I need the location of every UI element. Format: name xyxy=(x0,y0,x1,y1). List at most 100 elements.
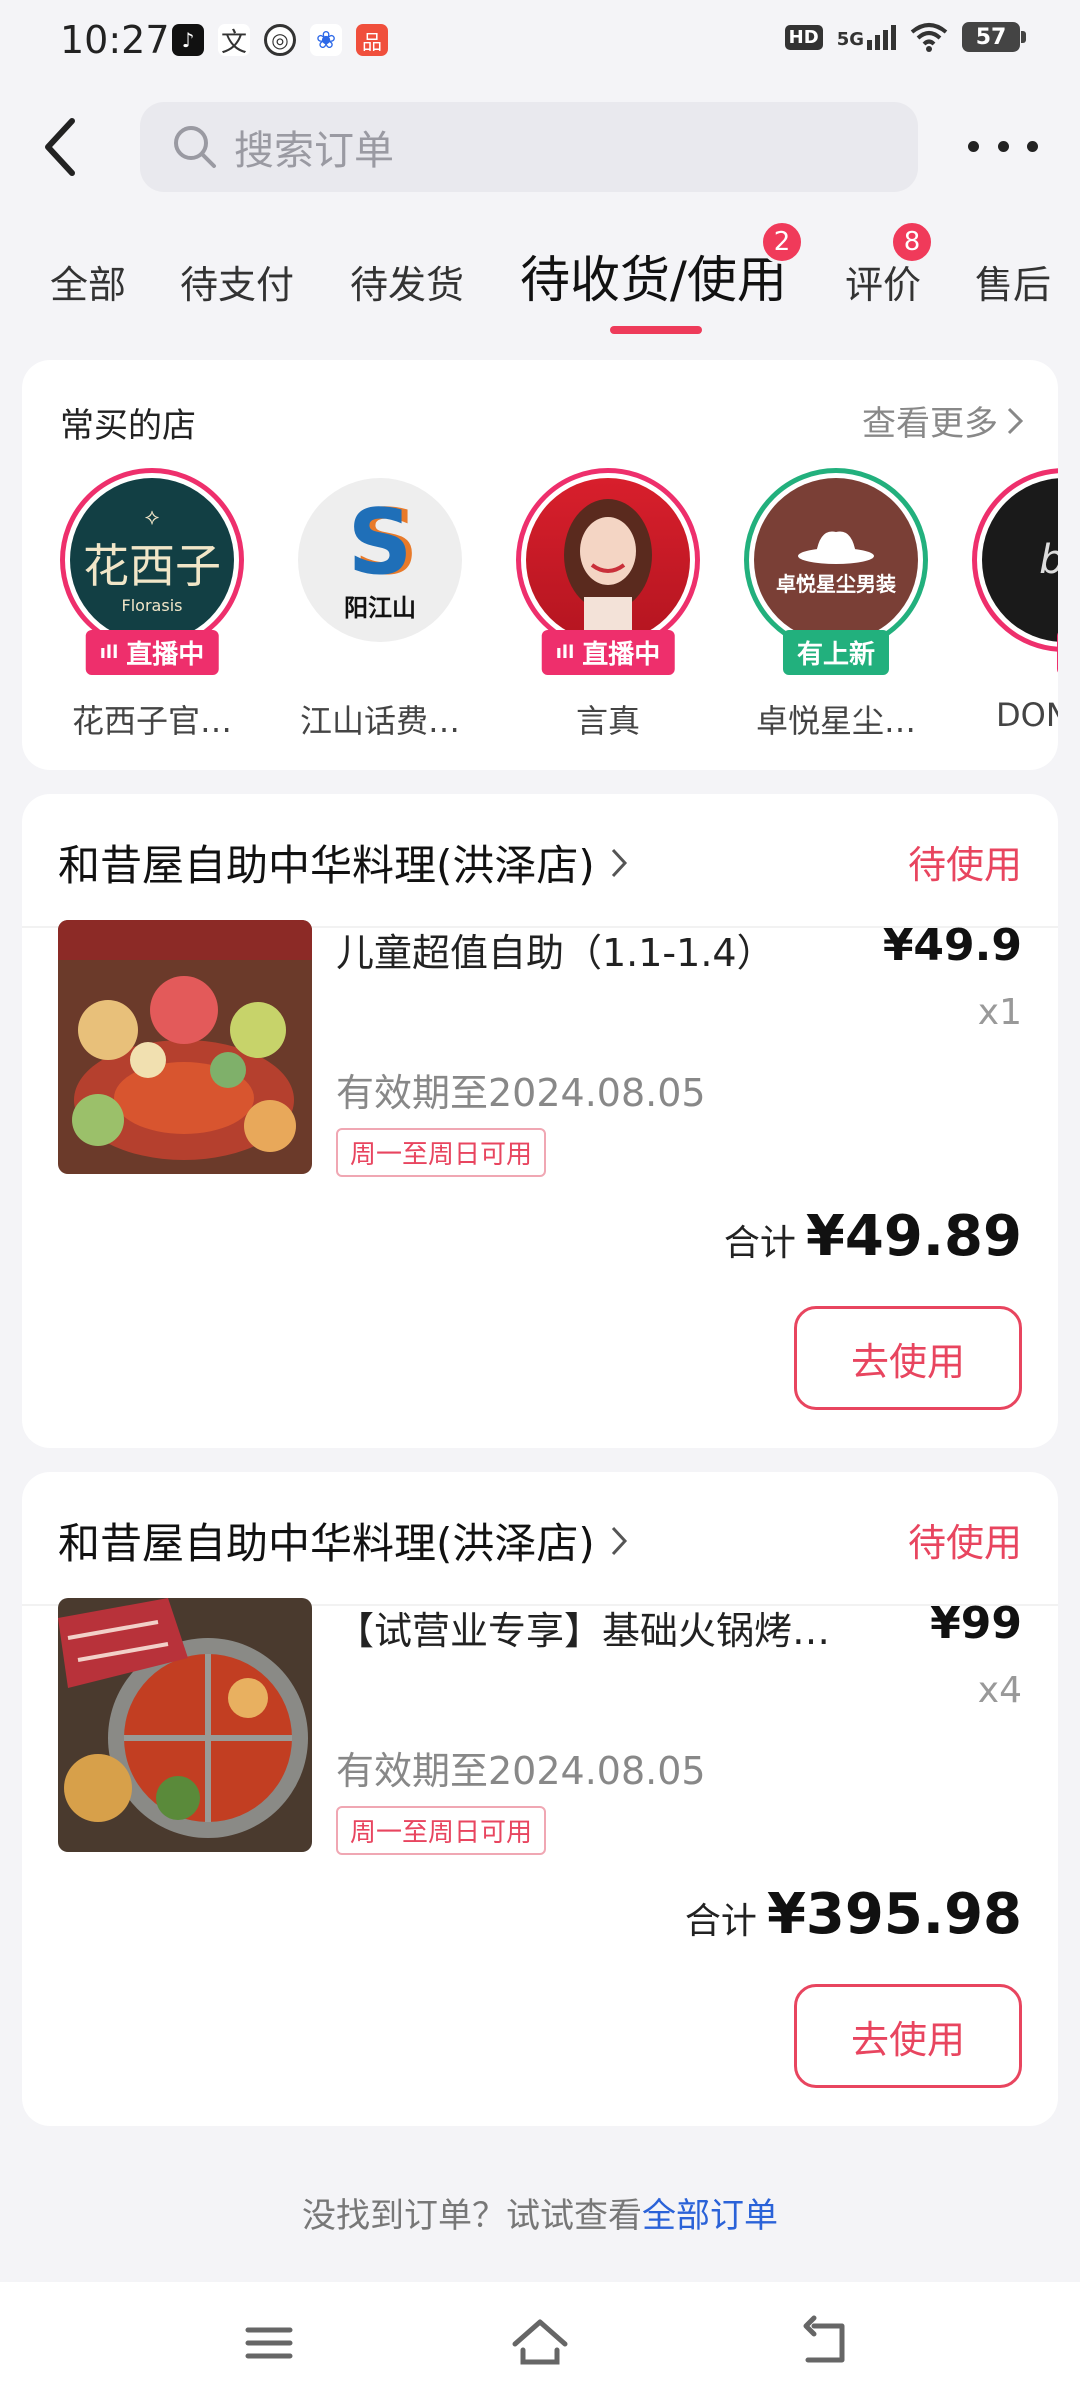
wifi-icon xyxy=(910,23,948,52)
hd-icon: HD xyxy=(784,24,823,50)
back-arrow-icon xyxy=(45,118,75,176)
tab-badge: 2 xyxy=(760,220,804,264)
home-icon[interactable] xyxy=(505,2308,575,2378)
quantity: x4 xyxy=(977,1670,1022,1711)
total-amount: ¥395.98 xyxy=(766,1882,1022,1947)
shop-name: 江山话费… xyxy=(299,702,460,740)
footer-hint-text: 没找到订单？试试查看 xyxy=(302,2196,642,2236)
order-status: 待使用 xyxy=(907,1521,1022,1565)
shop-item[interactable]: bo 有 DONG xyxy=(964,468,1058,748)
availability-tag: 周一至周日可用 xyxy=(336,1128,547,1177)
product-image[interactable] xyxy=(58,1598,312,1852)
frequent-shops-title: 常买的店 xyxy=(60,406,196,446)
more-dots-icon[interactable] xyxy=(968,126,1038,166)
chevron-right-icon xyxy=(611,848,627,877)
app-red-icon: 品 xyxy=(356,24,388,56)
tiktok-icon: ♪ xyxy=(172,24,204,56)
tab-all[interactable]: 全部 xyxy=(50,254,126,309)
total-label: 合计 xyxy=(684,1901,757,1942)
new-tag: 有 xyxy=(1056,630,1058,675)
order-status: 待使用 xyxy=(907,843,1022,887)
chevron-right-icon xyxy=(611,1526,627,1555)
active-tab-indicator xyxy=(610,326,702,334)
product-name[interactable]: 儿童超值自助（1.1-1.4） xyxy=(336,922,856,977)
battery-icon: 57 xyxy=(962,22,1026,52)
back-button[interactable] xyxy=(40,112,100,182)
view-more-label: 查看更多 xyxy=(862,404,998,444)
store-name: 和昔屋自助中华料理(洪泽店) xyxy=(58,1519,595,1568)
shop-item[interactable]: ıll 直播中 言真 xyxy=(508,468,708,748)
tab-pending-payment[interactable]: 待支付 xyxy=(180,254,294,309)
use-button[interactable]: 去使用 xyxy=(794,1984,1022,2088)
system-nav-bar xyxy=(0,2282,1080,2408)
order-tabs: 全部 待支付 待发货 待收货/使用 2 评价 8 售后 xyxy=(0,220,1080,350)
tab-after-sales[interactable]: 售后 xyxy=(975,254,1051,309)
shop-logo-text: S xyxy=(347,489,413,595)
search-icon xyxy=(174,126,216,168)
chevron-right-icon xyxy=(1007,407,1024,434)
shop-logo-sub: 阳江山 xyxy=(344,593,416,622)
shop-logo-sub: Florasis xyxy=(121,596,183,615)
total-label: 合计 xyxy=(723,1223,796,1264)
shop-logo-text: bo xyxy=(982,478,1058,642)
network-type: 5G xyxy=(836,28,864,50)
back-nav-icon[interactable] xyxy=(790,2308,860,2378)
footer-hint: 没找到订单？试试查看全部订单 xyxy=(0,2188,1080,2237)
store-link[interactable]: 和昔屋自助中华料理(洪泽店) xyxy=(58,832,629,893)
shop-name: 卓悦星尘… xyxy=(755,702,916,740)
store-link[interactable]: 和昔屋自助中华料理(洪泽店) xyxy=(58,1510,629,1571)
shop-logo-text: 卓悦星尘男装 xyxy=(776,571,896,596)
validity-date: 有效期至2024.08.05 xyxy=(336,1749,706,1793)
shop-item[interactable]: S 阳江山 江山话费… xyxy=(280,468,480,748)
person-photo xyxy=(564,499,652,635)
status-time: 10:27 xyxy=(60,18,170,62)
signal-icon: 5G xyxy=(836,24,896,50)
shop-avatar: bo xyxy=(972,468,1058,652)
notification-icons: ♪ 文 ◎ ❀ 品 xyxy=(172,24,388,58)
store-name: 和昔屋自助中华料理(洪泽店) xyxy=(58,841,595,890)
hat-logo-icon xyxy=(798,530,874,564)
shop-avatar xyxy=(516,468,700,652)
quantity: x1 xyxy=(977,992,1022,1033)
order-total: 合计 ¥395.98 xyxy=(685,1882,1022,1947)
unit-price: ¥99 xyxy=(930,1598,1022,1649)
shop-item[interactable]: 卓悦星尘男装 有上新 卓悦星尘… xyxy=(736,468,936,748)
new-arrival-tag: 有上新 xyxy=(782,630,890,675)
total-amount: ¥49.89 xyxy=(805,1204,1022,1269)
tab-pending-receipt[interactable]: 待收货/使用 xyxy=(520,240,787,312)
product-name[interactable]: 【试营业专享】基础火锅烤… xyxy=(336,1600,856,1655)
use-button[interactable]: 去使用 xyxy=(794,1306,1022,1410)
all-orders-link[interactable]: 全部订单 xyxy=(642,2196,778,2236)
status-right: HD 5G 57 xyxy=(784,22,1026,52)
frequent-shops-card: 常买的店 查看更多 ⟡ 花西子 Florasis ıll 直播中 花西子官… S… xyxy=(22,360,1058,770)
shop-name: DONG xyxy=(996,696,1058,734)
order-total: 合计 ¥49.89 xyxy=(724,1204,1022,1269)
tab-badge: 8 xyxy=(890,220,934,264)
tab-pending-shipment[interactable]: 待发货 xyxy=(350,254,464,309)
live-tag: ıll 直播中 xyxy=(541,630,675,675)
product-image[interactable] xyxy=(58,920,312,1174)
view-more-link[interactable]: 查看更多 xyxy=(862,396,1024,445)
shop-avatar: 卓悦星尘男装 xyxy=(744,468,928,652)
shop-avatar: S 阳江山 xyxy=(288,468,472,652)
shop-logo-text: 花西子 xyxy=(83,539,221,593)
shop-name: 言真 xyxy=(575,702,640,740)
shop-item[interactable]: ⟡ 花西子 Florasis ıll 直播中 花西子官… xyxy=(52,468,252,748)
shop-avatar: ⟡ 花西子 Florasis xyxy=(60,468,244,652)
order-card: 和昔屋自助中华料理(洪泽店) 待使用 儿童超值自助（1.1-1.4） ¥49.9… xyxy=(22,794,1058,1448)
translate-icon: 文 xyxy=(218,24,250,58)
shop-name: 花西子官… xyxy=(71,702,232,740)
app-circle-icon: ◎ xyxy=(264,24,296,56)
search-input[interactable]: 搜索订单 xyxy=(140,102,918,192)
baidu-icon: ❀ xyxy=(310,24,342,56)
menu-icon[interactable] xyxy=(234,2308,304,2378)
live-tag: ıll 直播中 xyxy=(85,630,219,675)
live-bars-icon: ıll xyxy=(555,642,575,663)
order-card: 和昔屋自助中华料理(洪泽店) 待使用 【试营业专享】基础火锅烤… ¥99 x4 … xyxy=(22,1472,1058,2126)
availability-tag: 周一至周日可用 xyxy=(336,1806,547,1855)
search-placeholder: 搜索订单 xyxy=(234,128,394,174)
status-bar: 10:27 ♪ 文 ◎ ❀ 品 HD 5G 57 xyxy=(0,0,1080,84)
live-bars-icon: ıll xyxy=(99,642,119,663)
unit-price: ¥49.9 xyxy=(882,920,1022,971)
validity-date: 有效期至2024.08.05 xyxy=(336,1071,706,1115)
